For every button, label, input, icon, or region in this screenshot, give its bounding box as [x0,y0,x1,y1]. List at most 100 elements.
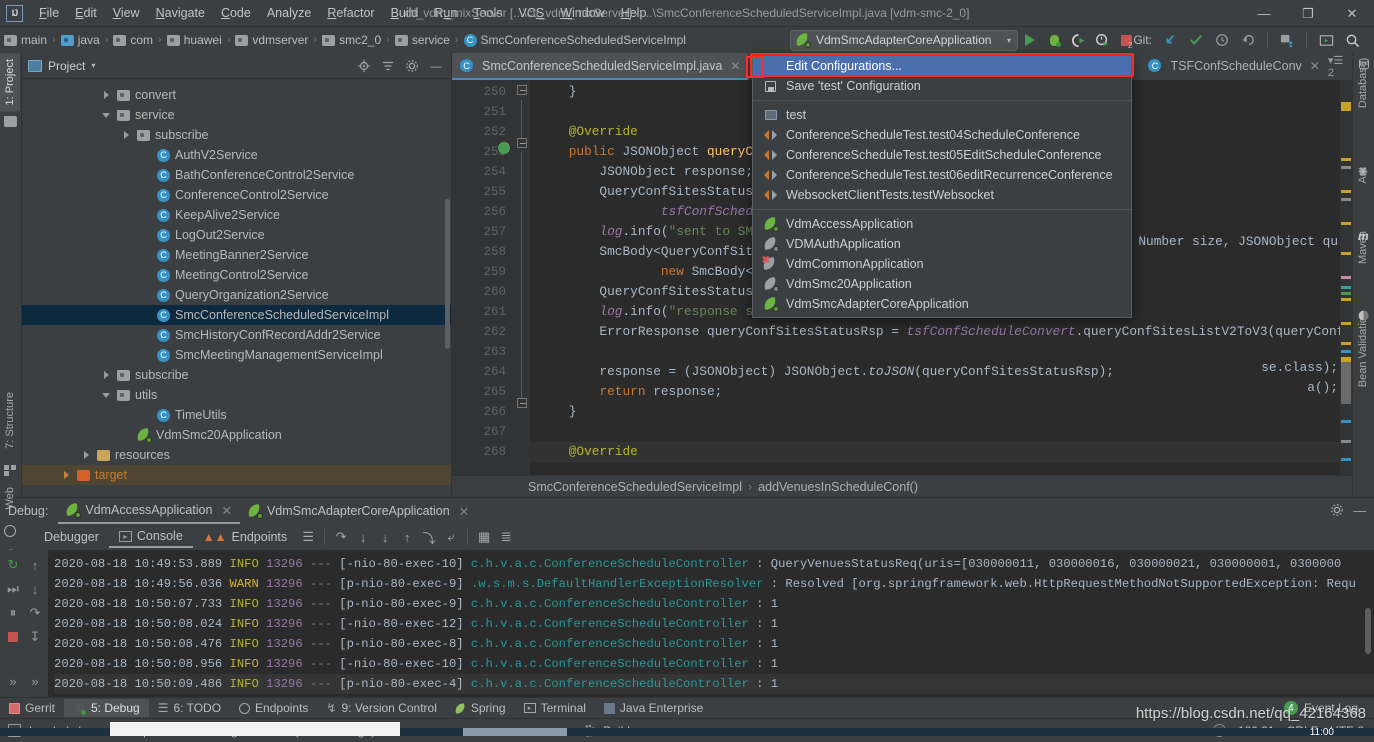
mute-breakpoints-icon[interactable]: ▦ [473,526,495,548]
close-button[interactable]: ✕ [1330,0,1374,27]
force-step-into-icon[interactable]: ↓ [374,526,396,548]
tree-node-target[interactable]: target [22,465,451,485]
editor-tab-inactive[interactable]: C TSFConfScheduleConv ✕ [1140,53,1328,80]
debug-session-tab-vdmaccess[interactable]: VdmAccessApplication ✕ [58,499,240,524]
nav-crumb-com[interactable]: com [130,33,153,47]
menu-navigate[interactable]: Navigate [148,3,213,23]
tree-node-subscribe[interactable]: subscribe [22,125,451,145]
menu-item-edit-configurations[interactable]: Edit Configurations... [753,56,1131,76]
close-icon[interactable]: ✕ [1310,59,1320,73]
up-icon[interactable]: ↑ [24,554,46,576]
evaluate-icon[interactable]: ⤶ [440,526,462,548]
step-into-icon[interactable]: ↓ [352,526,374,548]
debug-icon[interactable] [1042,28,1066,52]
nav-crumb-vdmserver[interactable]: vdmserver [252,33,308,47]
fold-minus-icon[interactable] [517,398,527,408]
project-tree[interactable]: convert service subscribe C AuthV2Service C Ba… [22,79,451,497]
step-over-icon[interactable]: ↷ [330,526,352,548]
stop-icon[interactable] [2,626,24,648]
run-to-cursor-icon[interactable]: ⤵ [418,526,440,548]
chevron-down-icon[interactable] [102,390,113,401]
code-line[interactable]: @Override [530,442,1352,462]
more-icon[interactable]: » [2,670,24,692]
tree-node-utils[interactable]: utils [22,385,451,405]
preview-icon[interactable] [1314,28,1338,52]
breadcrumb-class[interactable]: SmcConferenceScheduledServiceImpl [528,480,742,494]
menu-item-vdmaccessapplication[interactable]: VdmAccessApplication [753,214,1131,234]
nav-crumb-java[interactable]: java [78,33,100,47]
tree-node-authv2service[interactable]: C AuthV2Service [22,145,451,165]
code-line[interactable]: } [530,402,1352,422]
menu-item-conferencescheduletest-test04scheduleconference[interactable]: ConferenceScheduleTest.test04ScheduleCon… [753,125,1131,145]
run-anything-icon[interactable] [1275,28,1299,52]
resume-icon[interactable]: ⏭ [2,578,24,600]
menu-analyze[interactable]: Analyze [259,3,319,23]
menu-item-vdmcommonapplication[interactable]: ✖ VdmCommonApplication [753,254,1131,274]
run-with-coverage-icon[interactable] [1066,28,1090,52]
step-out-icon[interactable]: ↑ [396,526,418,548]
tree-node-resources[interactable]: resources [22,445,451,465]
tab-debugger[interactable]: Debugger [34,527,109,547]
code-line[interactable]: ErrorResponse queryConfSitesStatusRsp = … [530,322,1352,342]
nav-crumb-main[interactable]: main [21,33,47,47]
sidebar-item-project[interactable]: 1: Project [0,53,20,112]
editor-tab-overflow[interactable]: ▾☰ 2 [1328,53,1352,80]
tree-node-meetingcontrol2service[interactable]: C MeetingControl2Service [22,265,451,285]
soft-wrap-icon[interactable]: ↷ [24,602,46,624]
menu-item-vdmauthapplication[interactable]: VDMAuthApplication [753,234,1131,254]
run-configuration-selector[interactable]: VdmSmcAdapterCoreApplication ▾ [790,29,1018,51]
editor-tab-active[interactable]: C SmcConferenceScheduledServiceImpl.java… [452,53,749,80]
tree-node-smcconferencescheduledserviceimpl[interactable]: C SmcConferenceScheduledServiceImpl [22,305,451,325]
code-line[interactable]: return response; [530,382,1352,402]
tree-node-smchistoryconfrecordaddr2service[interactable]: C SmcHistoryConfRecordAddr2Service [22,325,451,345]
editor-breadcrumb[interactable]: SmcConferenceScheduledServiceImpl › addV… [452,475,1352,497]
menu-item-vdmsmc20application[interactable]: VdmSmc20Application [753,274,1131,294]
chevron-right-icon[interactable] [102,90,113,101]
menu-refactor[interactable]: Refactor [319,3,382,23]
code-line[interactable] [530,422,1352,442]
run-configuration-dropdown[interactable]: Edit Configurations... Save 'test' Confi… [752,55,1132,318]
profiler-icon[interactable] [1090,28,1114,52]
tree-node-subscribe[interactable]: subscribe [22,365,451,385]
tab-endpoints[interactable]: ▲▲ Endpoints [193,527,297,547]
breadcrumb-method[interactable]: addVenuesInScheduleConf() [758,480,918,494]
tree-node-meetingbanner2service[interactable]: C MeetingBanner2Service [22,245,451,265]
chevron-down-icon[interactable] [102,110,113,121]
tree-node-vdmsmc20application[interactable]: VdmSmc20Application [22,425,451,445]
chevron-right-icon[interactable] [102,370,113,381]
menu-item-test[interactable]: test [753,105,1131,125]
menu-view[interactable]: View [105,3,148,23]
editor-gutter[interactable]: 250 251 252 253 254 255 256 257 258 259 260 261 262 2… [452,80,514,475]
menu-file[interactable]: File [31,3,67,23]
console-scrollbar[interactable] [1365,608,1371,654]
tool-window-java-enterprise[interactable]: Java Enterprise [595,699,712,717]
run-icon[interactable] [1018,28,1042,52]
search-everywhere-icon[interactable] [1340,28,1364,52]
error-stripe-marks[interactable] [1340,80,1352,475]
tab-console[interactable]: ▸ Console [108,526,193,548]
maximize-button[interactable]: ❐ [1286,0,1330,27]
down-icon[interactable]: ↓ [24,578,46,600]
nav-crumb-smc20[interactable]: smc2_0 [339,33,381,47]
fold-minus-icon[interactable] [517,85,527,95]
chevron-right-icon[interactable] [62,470,73,481]
rerun-icon[interactable]: ↻ [2,554,24,576]
nav-crumb-service[interactable]: service [412,33,450,47]
tree-node-queryorganization2service[interactable]: C QueryOrganization2Service [22,285,451,305]
menu-edit[interactable]: Edit [67,3,105,23]
menu-item-save-configuration[interactable]: Save 'test' Configuration [753,76,1131,96]
menu-item-conferencescheduletest-test06editrecurrenceconference[interactable]: ConferenceScheduleTest.test06editRecurre… [753,165,1131,185]
menu-item-websocketclienttests-testwebsocket[interactable]: WebsocketClientTests.testWebsocket [753,185,1131,205]
hide-icon[interactable]: — [1354,504,1367,518]
menu-code[interactable]: Code [213,3,259,23]
collapse-all-icon[interactable] [379,57,397,75]
close-icon[interactable]: ✕ [730,59,740,73]
tree-node-smcmeetingmanagementserviceimpl[interactable]: C SmcMeetingManagementServiceImpl [22,345,451,365]
code-line[interactable] [530,342,1352,362]
event-log-button[interactable]: 4 Event Log [1283,701,1358,715]
editor-scrollbar[interactable] [1341,362,1351,404]
tree-node-convert[interactable]: convert [22,85,451,105]
tree-node-timeutils[interactable]: C TimeUtils [22,405,451,425]
close-icon[interactable]: ✕ [459,504,469,519]
layout-icon[interactable]: ☰ [297,526,319,548]
